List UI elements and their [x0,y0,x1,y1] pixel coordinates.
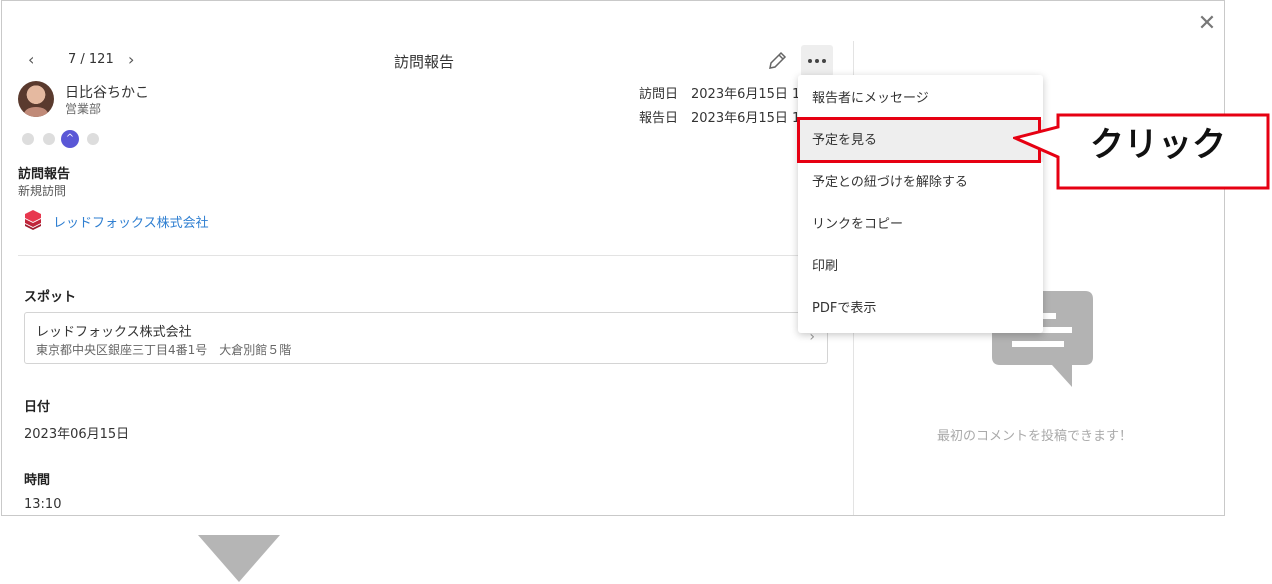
avatar [18,81,54,117]
company-logo-icon [25,210,41,230]
comment-empty-text: 最初のコメントを投稿できます！ [937,429,1133,444]
visit-date-value: 2023年6月15日 1 [691,87,801,102]
report-date-value: 2023年6月15日 1 [691,111,801,126]
highlight-box [797,117,1041,163]
callout-text: クリック [1090,125,1226,165]
menu-item-unlink-schedule[interactable]: 予定との紐づけを解除する [798,162,1043,204]
reaction-icon[interactable] [43,133,55,145]
prev-report-button[interactable]: ‹ [28,50,34,69]
pencil-icon[interactable] [766,50,788,72]
close-icon[interactable]: ✕ [1194,11,1220,37]
visit-date-label: 訪問日 [639,87,679,102]
date-value: 2023年06月15日 [24,427,130,442]
time-value: 13:10 [24,497,62,512]
section-divider [18,255,853,256]
spot-label: スポット [24,290,77,305]
more-options-menu: 報告者にメッセージ 予定を見る 予定との紐づけを解除する リンクをコピー 印刷 … [798,75,1043,333]
menu-item-copy-link[interactable]: リンクをコピー [798,204,1043,246]
reaction-icon[interactable] [87,133,99,145]
spot-name: レッドフォックス株式会社 [36,325,192,340]
time-label: 時間 [24,473,51,488]
company-link[interactable]: レッドフォックス株式会社 [53,212,209,231]
menu-item-message-reporter[interactable]: 報告者にメッセージ [798,78,1043,120]
report-date-label: 報告日 [639,111,679,126]
spot-address: 東京都中央区銀座三丁目4番1号 大倉別館５階 [36,343,292,357]
reaction-active-icon[interactable]: ^ [61,130,79,148]
spot-card[interactable]: レッドフォックス株式会社 東京都中央区銀座三丁目4番1号 大倉別館５階 › [24,312,828,364]
reaction-icon[interactable] [22,133,34,145]
menu-item-print[interactable]: 印刷 [798,246,1043,288]
report-counter: 7 / 121 [68,52,114,67]
report-type-value: 新規訪問 [18,184,67,198]
next-report-button[interactable]: › [128,50,134,69]
user-department: 営業部 [65,102,102,116]
menu-item-view-pdf[interactable]: PDFで表示 [798,288,1043,330]
user-name: 日比谷ちかこ [65,85,149,101]
more-options-button[interactable] [801,45,833,77]
report-type-title: 訪問報告 [18,167,71,182]
down-arrow-icon [198,535,280,582]
page-title: 訪問報告 [394,53,455,71]
date-label: 日付 [24,400,51,415]
